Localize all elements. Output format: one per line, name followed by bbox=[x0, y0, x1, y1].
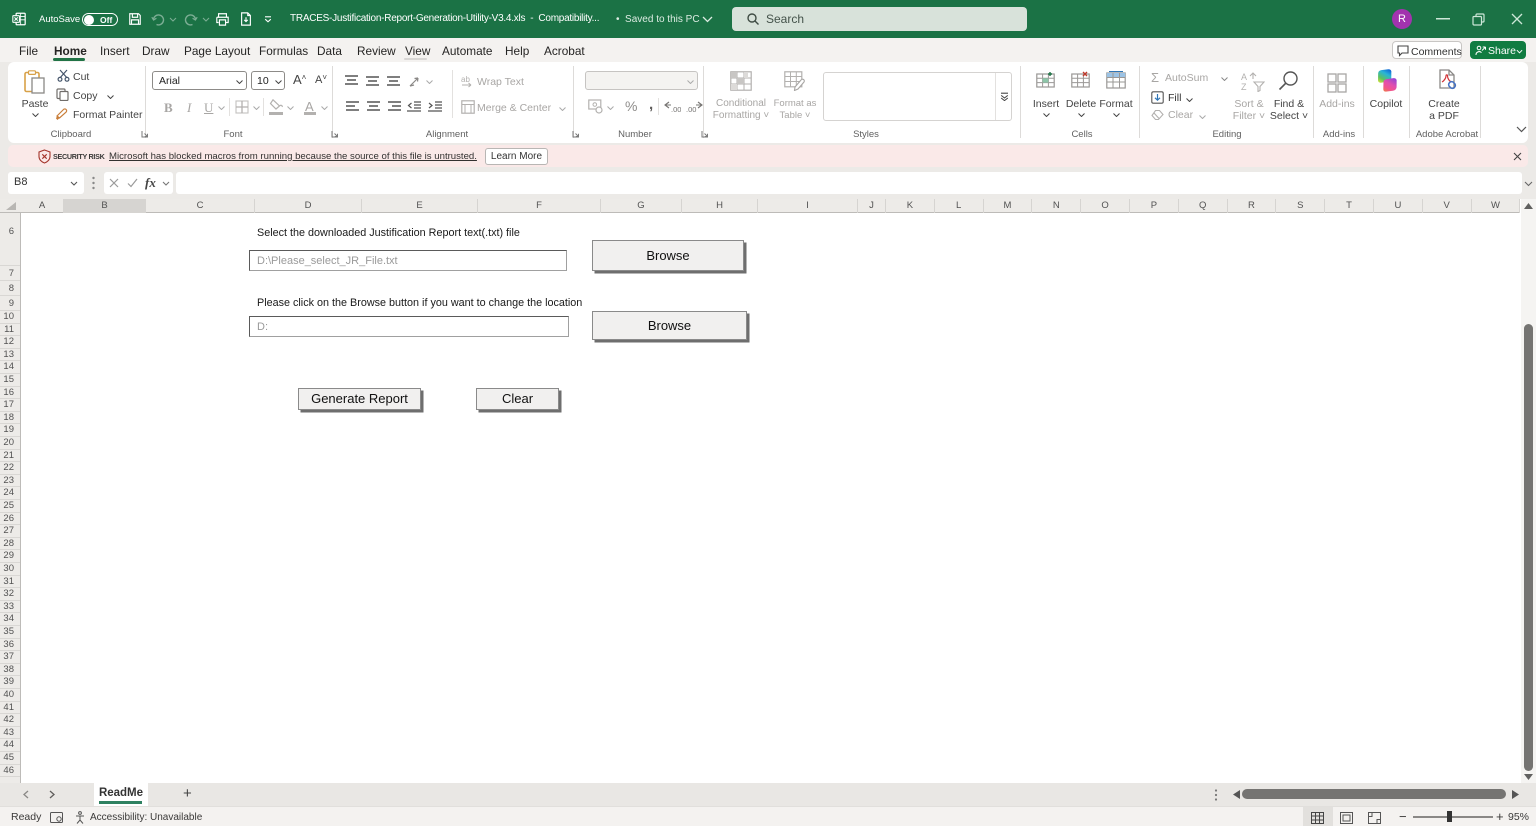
svg-text:.00: .00 bbox=[686, 105, 696, 113]
svg-text:Z: Z bbox=[1241, 82, 1247, 92]
svg-text:A: A bbox=[1241, 72, 1247, 82]
svg-text:.00: .00 bbox=[671, 105, 681, 113]
svg-text:ab: ab bbox=[461, 75, 470, 84]
